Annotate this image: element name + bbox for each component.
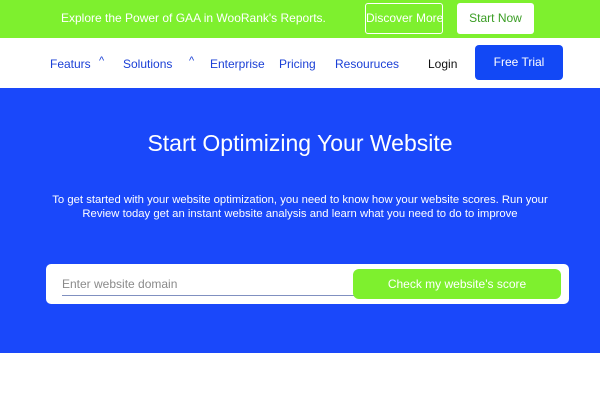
discover-more-button[interactable]: Discover More xyxy=(365,3,443,34)
login-link[interactable]: Login xyxy=(428,57,457,71)
free-trial-button[interactable]: Free Trial xyxy=(475,45,563,80)
hero-title: Start Optimizing Your Website xyxy=(147,130,453,156)
nav-item-enterprise[interactable]: Enterprise xyxy=(210,57,265,71)
start-now-button[interactable]: Start Now xyxy=(457,3,534,34)
check-score-button[interactable]: Check my website's score xyxy=(353,269,561,299)
features-caret-icon[interactable]: ^ xyxy=(99,55,104,67)
nav-item-solutions[interactable]: Solutions xyxy=(123,57,172,71)
nav-item-pricing[interactable]: Pricing xyxy=(279,57,316,71)
nav-item-resources[interactable]: Resouruces xyxy=(335,57,399,71)
promo-text: Explore the Power of GAA in WooRank's Re… xyxy=(61,11,326,25)
website-domain-input[interactable] xyxy=(62,271,352,297)
nav-item-features[interactable]: Featurs xyxy=(50,57,91,71)
main-nav: Featurs ^ Solutions ^ Enterprise Pricing… xyxy=(0,38,600,88)
hero-description: To get started with your website optimiz… xyxy=(52,194,548,220)
promo-bar: Explore the Power of GAA in WooRank's Re… xyxy=(0,0,600,38)
solutions-caret-icon[interactable]: ^ xyxy=(189,55,194,67)
input-underline xyxy=(62,295,400,296)
hero-section: Start Optimizing Your Website To get sta… xyxy=(0,88,600,353)
domain-search-form: Check my website's score xyxy=(46,264,569,304)
